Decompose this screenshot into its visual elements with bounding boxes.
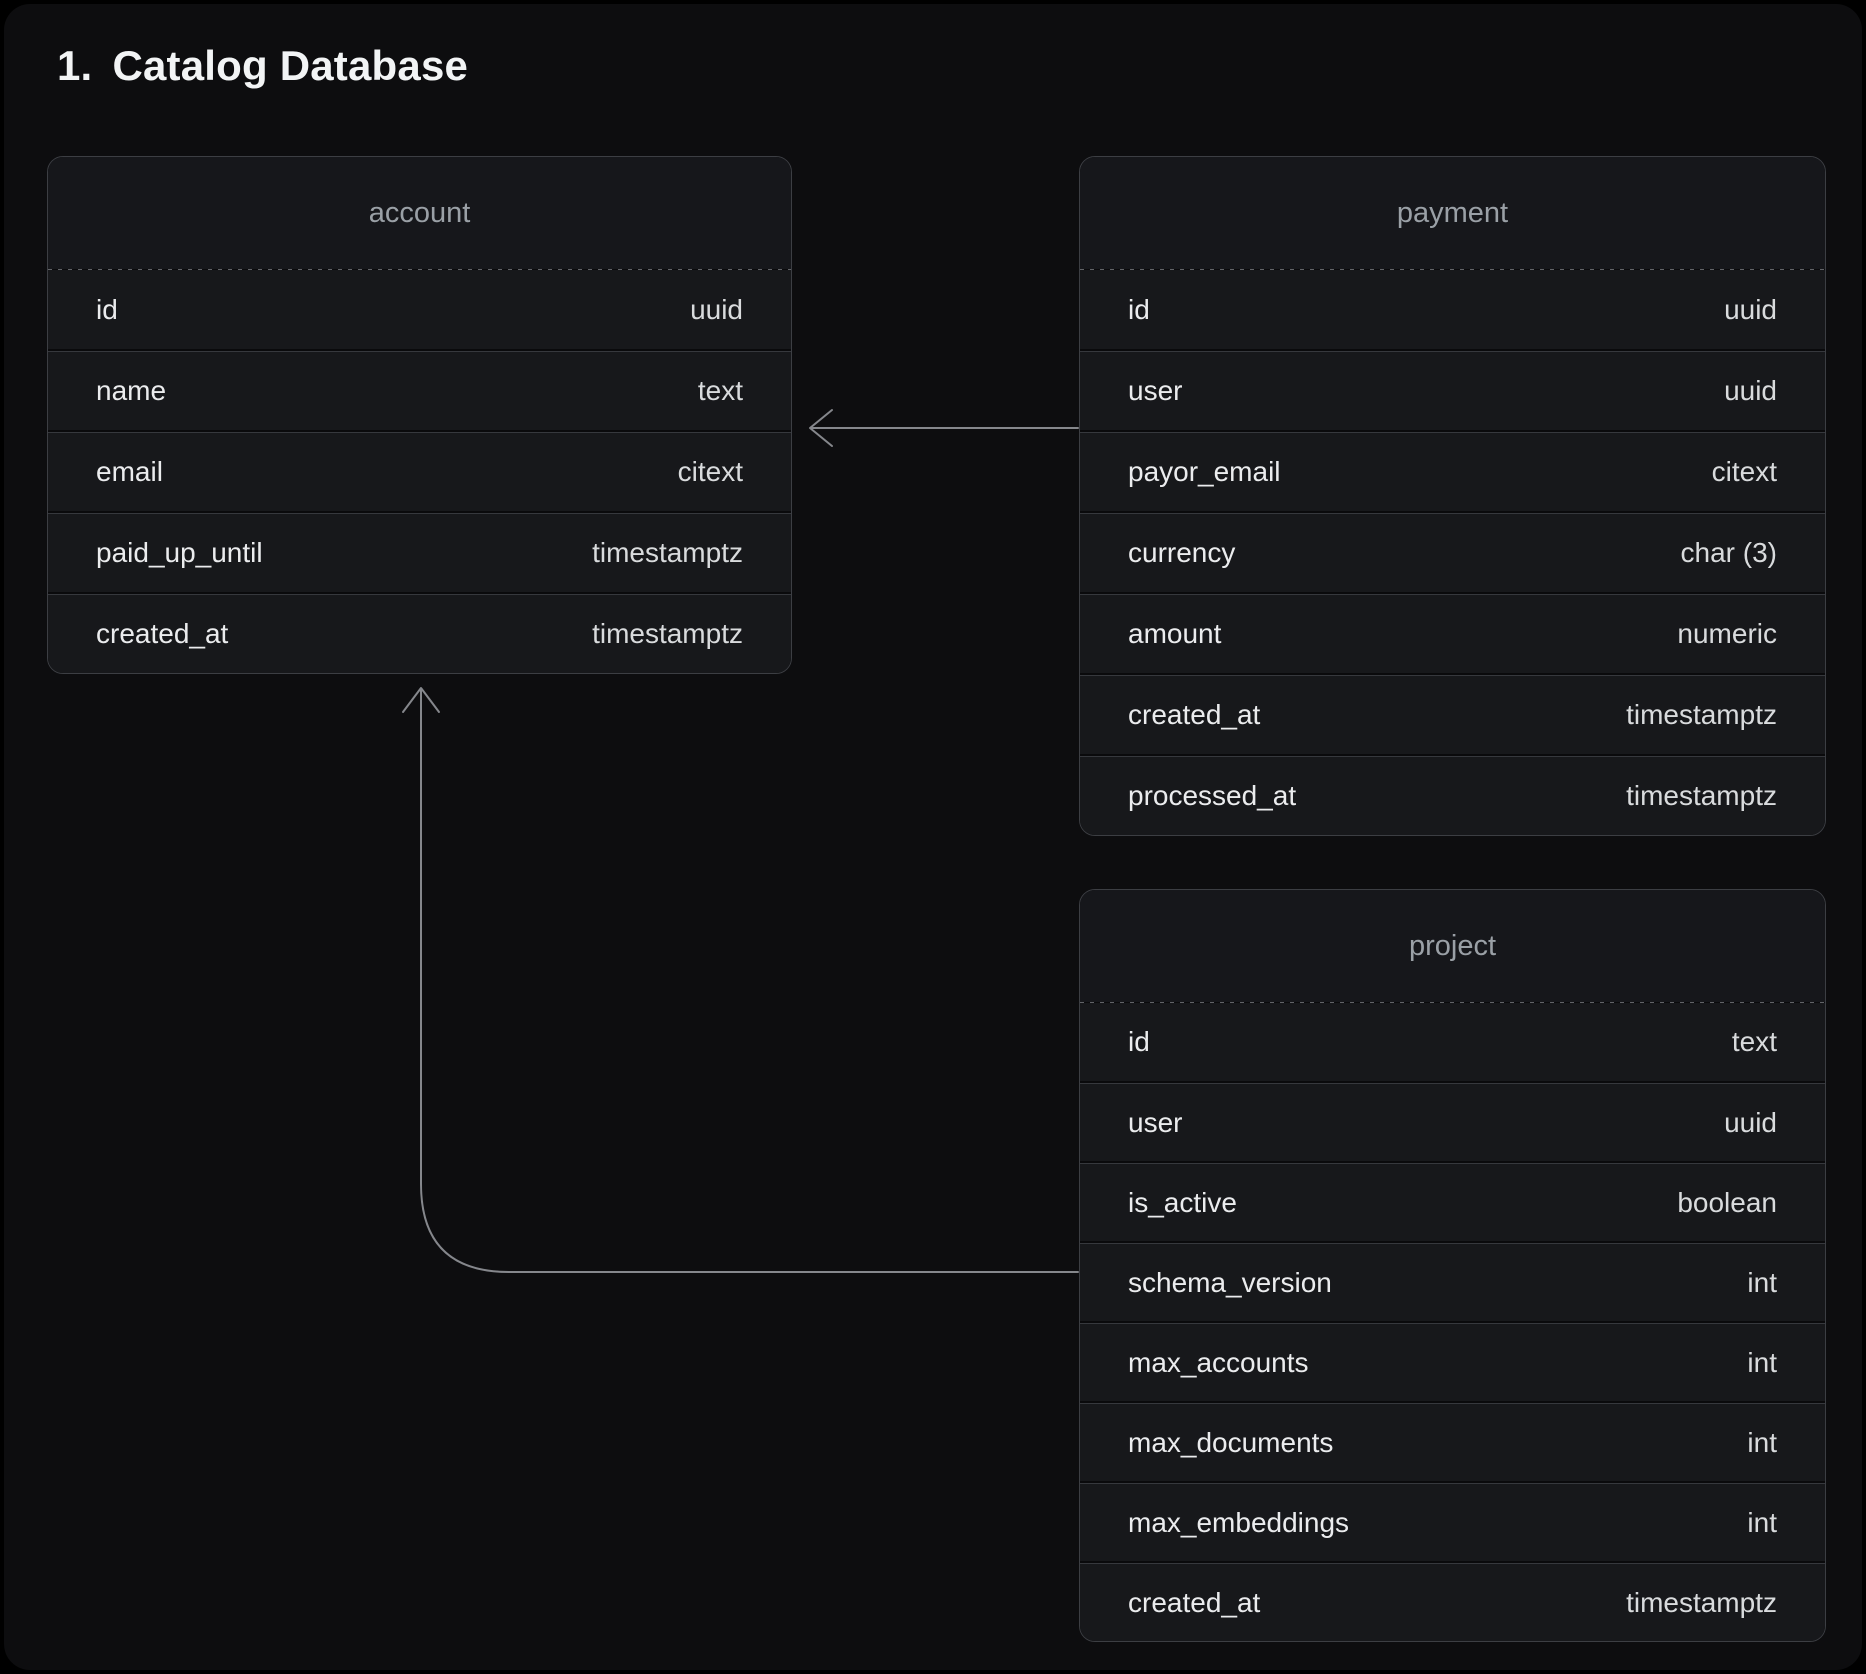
column-name: user <box>1128 375 1182 407</box>
column-name: id <box>1128 294 1150 326</box>
page-title-number: 1. <box>57 42 92 90</box>
column-type: boolean <box>1677 1187 1777 1219</box>
column-row-project-id: id text <box>1080 1003 1825 1081</box>
column-type: timestamptz <box>1626 780 1777 812</box>
column-name: name <box>96 375 166 407</box>
column-name: max_documents <box>1128 1427 1333 1459</box>
column-type: uuid <box>690 294 743 326</box>
column-name: payor_email <box>1128 456 1281 488</box>
table-header: account <box>48 157 791 269</box>
column-row-account-email: email citext <box>48 432 791 511</box>
column-row-payment-created_at: created_at timestamptz <box>1080 675 1825 754</box>
column-row-project-user: user uuid <box>1080 1083 1825 1161</box>
table-node-project[interactable]: project id text user uuid is_active boolean sc… <box>1079 889 1826 1642</box>
table-columns: iduuidnametextemailcitextpaid_up_untilti… <box>48 270 791 673</box>
diagram-canvas: 1. Catalog Database account id uuid name te… <box>4 4 1862 1670</box>
page-title-text: Catalog Database <box>112 42 468 90</box>
column-type: int <box>1747 1427 1777 1459</box>
column-name: is_active <box>1128 1187 1237 1219</box>
column-type: timestamptz <box>592 618 743 650</box>
column-row-project-created_at: created_at timestamptz <box>1080 1563 1825 1641</box>
column-type: numeric <box>1677 618 1777 650</box>
table-title: account <box>369 197 471 230</box>
column-type: citext <box>1712 456 1777 488</box>
table-header: payment <box>1080 157 1825 269</box>
edge-payment-to-account <box>810 410 1078 446</box>
column-name: schema_version <box>1128 1267 1332 1299</box>
column-row-payment-payor_email: payor_email citext <box>1080 432 1825 511</box>
column-type: timestamptz <box>1626 1587 1777 1619</box>
column-row-project-max_embeddings: max_embeddings int <box>1080 1483 1825 1561</box>
column-type: int <box>1747 1267 1777 1299</box>
column-name: processed_at <box>1128 780 1296 812</box>
edge-project-to-account <box>403 688 1078 1272</box>
column-name: id <box>1128 1026 1150 1058</box>
column-row-payment-id: id uuid <box>1080 270 1825 349</box>
column-name: currency <box>1128 537 1235 569</box>
table-columns: iduuiduseruuidpayor_emailcitextcurrencyc… <box>1080 270 1825 835</box>
table-node-account[interactable]: account id uuid name text email citext paid_up… <box>47 156 792 674</box>
column-type: uuid <box>1724 1107 1777 1139</box>
column-type: text <box>698 375 743 407</box>
column-name: created_at <box>1128 1587 1260 1619</box>
table-title: project <box>1409 930 1496 963</box>
column-type: int <box>1747 1507 1777 1539</box>
page-title: 1. Catalog Database <box>57 42 468 90</box>
column-type: citext <box>678 456 743 488</box>
column-name: amount <box>1128 618 1221 650</box>
column-type: text <box>1732 1026 1777 1058</box>
column-name: created_at <box>1128 699 1260 731</box>
column-row-payment-processed_at: processed_at timestamptz <box>1080 756 1825 835</box>
table-columns: id text user uuid is_active boolean schema_ver… <box>1080 1003 1825 1641</box>
column-type: uuid <box>1724 375 1777 407</box>
table-node-payment[interactable]: payment id uuid user uuid payor_email citext c… <box>1079 156 1826 836</box>
column-type: uuid <box>1724 294 1777 326</box>
column-name: max_accounts <box>1128 1347 1309 1379</box>
column-type: int <box>1747 1347 1777 1379</box>
column-type: timestamptz <box>592 537 743 569</box>
column-row-account-paid_up_until: paid_up_until timestamptz <box>48 513 791 592</box>
column-row-project-is_active: is_active boolean <box>1080 1163 1825 1241</box>
table-title: payment <box>1397 197 1508 230</box>
column-name: id <box>96 294 118 326</box>
column-name: user <box>1128 1107 1182 1139</box>
column-name: email <box>96 456 163 488</box>
column-row-account-id: id uuid <box>48 270 791 349</box>
table-header: project <box>1080 890 1825 1002</box>
column-row-account-name: name text <box>48 351 791 430</box>
column-name: paid_up_until <box>96 537 263 569</box>
column-type: timestamptz <box>1626 699 1777 731</box>
column-row-project-max_accounts: max_accounts int <box>1080 1323 1825 1401</box>
column-row-payment-user: user uuid <box>1080 351 1825 430</box>
column-type: char (3) <box>1681 537 1777 569</box>
column-name: max_embeddings <box>1128 1507 1349 1539</box>
column-row-payment-currency: currency char (3) <box>1080 513 1825 592</box>
column-row-payment-amount: amount numeric <box>1080 594 1825 673</box>
column-row-project-schema_version: schema_version int <box>1080 1243 1825 1321</box>
column-row-project-max_documents: max_documents int <box>1080 1403 1825 1481</box>
column-name: created_at <box>96 618 228 650</box>
column-row-account-created_at: created_at timestamptz <box>48 594 791 673</box>
